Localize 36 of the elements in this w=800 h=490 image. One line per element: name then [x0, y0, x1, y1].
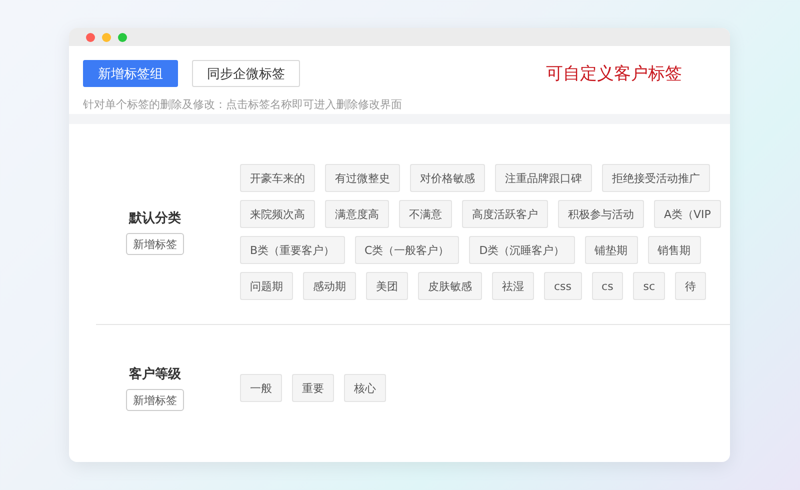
tag-chip[interactable]: 重要: [292, 374, 334, 402]
tag-chip[interactable]: 销售期: [648, 236, 701, 264]
tag-chip[interactable]: B类（重要客户）: [240, 236, 345, 264]
tag-chip[interactable]: C类（一般客户）: [354, 236, 460, 264]
tag-chip[interactable]: 来院频次高: [240, 200, 315, 228]
tag-chip[interactable]: 满意度高: [325, 200, 389, 228]
tag-chip[interactable]: 积极参与活动: [558, 200, 644, 228]
tag-chip[interactable]: 问题期: [240, 272, 293, 300]
tag-chip[interactable]: 待: [675, 272, 706, 300]
add-tag-group-button[interactable]: 新增标签组: [83, 60, 178, 87]
hint-text: 针对单个标签的删除及修改：点击标签名称即可进入删除修改界面: [83, 97, 403, 112]
sync-tags-button[interactable]: 同步企微标签: [192, 60, 300, 87]
tag-chip[interactable]: cs: [592, 272, 624, 300]
tag-chip[interactable]: 一般: [240, 374, 282, 402]
group-name: 客户等级: [129, 366, 181, 383]
tag-chip[interactable]: 感动期: [303, 272, 356, 300]
tag-chip[interactable]: sc: [633, 272, 666, 300]
tag-chip[interactable]: A类（VIP: [654, 200, 721, 228]
caption-text: 可自定义客户标签: [546, 63, 682, 85]
tag-chip[interactable]: 有过微整史: [325, 164, 400, 192]
tag-chip[interactable]: css: [544, 272, 582, 300]
add-tag-button[interactable]: 新增标签: [126, 233, 184, 255]
tag-chip[interactable]: 铺垫期: [584, 236, 638, 264]
tag-chip[interactable]: 皮肤敏感: [418, 272, 482, 300]
tag-chip[interactable]: 高度活跃客户: [462, 200, 548, 228]
tag-chip[interactable]: 美团: [366, 272, 408, 300]
group-name: 默认分类: [129, 210, 181, 227]
tag-chip[interactable]: 拒绝接受活动推广: [602, 164, 710, 192]
tag-chip[interactable]: 祛湿: [492, 272, 534, 300]
tag-chip[interactable]: 开豪车来的: [240, 164, 315, 192]
tag-chip[interactable]: D类（沉睡客户）: [469, 236, 575, 264]
tag-chip[interactable]: 核心: [344, 374, 386, 402]
add-tag-button[interactable]: 新增标签: [126, 389, 184, 411]
tag-chip[interactable]: 注重品牌跟口碑: [495, 164, 592, 192]
tag-chip[interactable]: 对价格敏感: [410, 164, 485, 192]
tag-chip[interactable]: 不满意: [399, 200, 452, 228]
